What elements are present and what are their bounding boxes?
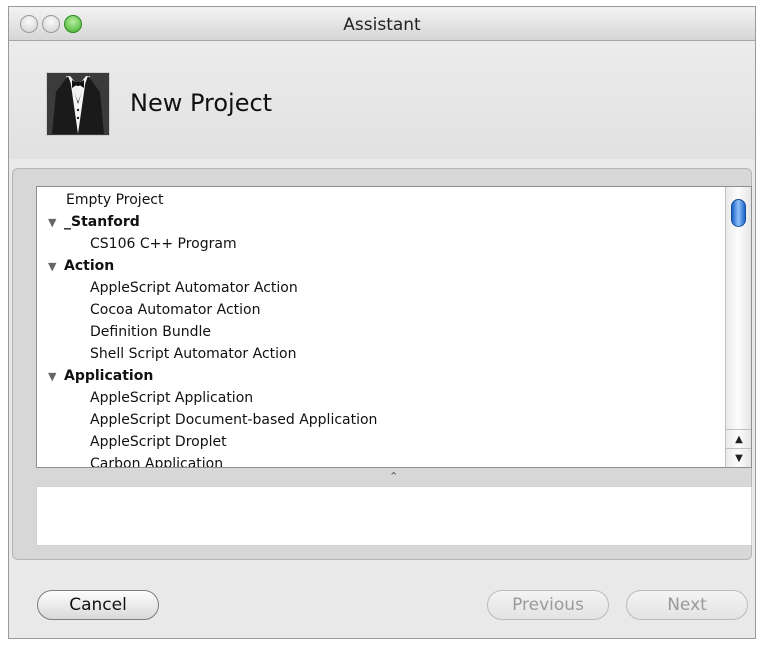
list-item[interactable]: Carbon Application bbox=[37, 453, 724, 468]
list-item-label: Action bbox=[64, 258, 115, 274]
description-box bbox=[36, 486, 752, 546]
title-bar[interactable]: Assistant bbox=[9, 7, 755, 41]
scroll-down-arrow-icon[interactable]: ▼ bbox=[726, 448, 751, 467]
list-item-label: Definition Bundle bbox=[90, 324, 211, 340]
template-list[interactable]: Empty Project ▼ _Stanford CS106 C++ Program… bbox=[36, 186, 752, 468]
splitter-grip-icon[interactable]: ⌃ bbox=[389, 470, 398, 483]
list-item-label: Cocoa Automator Action bbox=[90, 302, 261, 318]
template-panel: Empty Project ▼ _Stanford CS106 C++ Program… bbox=[12, 168, 752, 560]
tuxedo-icon bbox=[46, 72, 110, 136]
list-item-label: _Stanford bbox=[64, 214, 140, 230]
list-item[interactable]: AppleScript Droplet bbox=[37, 431, 724, 453]
list-item-label: Shell Script Automator Action bbox=[90, 346, 297, 362]
list-item-label: Empty Project bbox=[66, 192, 164, 208]
vertical-scrollbar[interactable]: ▲ ▼ bbox=[725, 187, 751, 467]
disclosure-triangle-icon[interactable]: ▼ bbox=[48, 370, 56, 383]
scroll-up-arrow-icon[interactable]: ▲ bbox=[726, 429, 751, 448]
list-item[interactable]: AppleScript Application bbox=[37, 387, 724, 409]
list-group-row[interactable]: ▼ _Stanford bbox=[37, 211, 724, 233]
list-item[interactable]: Cocoa Automator Action bbox=[37, 299, 724, 321]
disclosure-triangle-icon[interactable]: ▼ bbox=[48, 216, 56, 229]
next-button[interactable]: Next bbox=[626, 590, 748, 620]
scroll-thumb[interactable] bbox=[731, 199, 746, 227]
list-item-label: Carbon Application bbox=[90, 456, 224, 468]
header-area: New Project bbox=[9, 41, 755, 159]
list-item[interactable]: Shell Script Automator Action bbox=[37, 343, 724, 365]
list-item-label: AppleScript Droplet bbox=[90, 434, 227, 450]
list-group-row[interactable]: ▼ Action bbox=[37, 255, 724, 277]
previous-button[interactable]: Previous bbox=[487, 590, 609, 620]
list-item[interactable]: AppleScript Automator Action bbox=[37, 277, 724, 299]
window-title: Assistant bbox=[343, 15, 421, 35]
list-item[interactable]: Empty Project bbox=[37, 189, 724, 211]
list-group-row[interactable]: ▼ Application bbox=[37, 365, 724, 387]
list-item-label: AppleScript Automator Action bbox=[90, 280, 298, 296]
disclosure-triangle-icon[interactable]: ▼ bbox=[48, 260, 56, 273]
cancel-button[interactable]: Cancel bbox=[37, 590, 159, 620]
list-item[interactable]: Definition Bundle bbox=[37, 321, 724, 343]
assistant-window: Assistant New Project Empty Project ▼ _Sta… bbox=[8, 6, 756, 639]
list-item[interactable]: AppleScript Document-based Application bbox=[37, 409, 724, 431]
list-item-label: AppleScript Application bbox=[90, 390, 254, 406]
page-title: New Project bbox=[130, 89, 273, 117]
list-item[interactable]: CS106 C++ Program bbox=[37, 233, 724, 255]
list-item-label: CS106 C++ Program bbox=[90, 236, 237, 252]
list-item-label: AppleScript Document-based Application bbox=[90, 412, 378, 428]
list-item-label: Application bbox=[64, 368, 154, 384]
